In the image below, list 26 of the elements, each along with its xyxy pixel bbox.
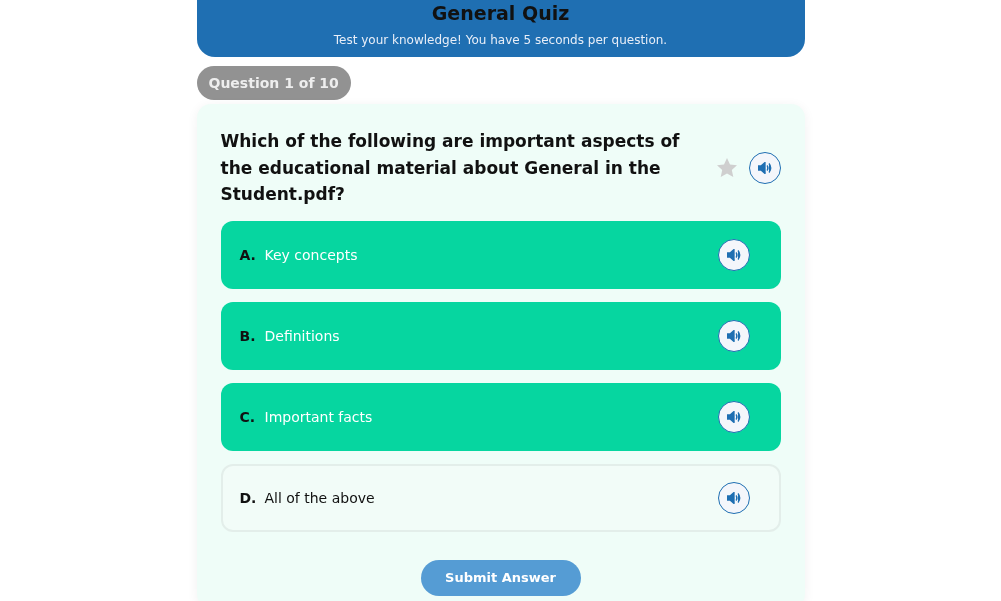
option-letter: A. [239, 246, 257, 263]
option-letter: C. [239, 408, 257, 425]
speaker-icon [726, 410, 741, 423]
speaker-icon [757, 161, 772, 174]
question-counter: Question 1 of 10 [196, 66, 351, 100]
answer-option[interactable]: A. Key concepts [220, 220, 781, 289]
speaker-icon [726, 248, 741, 261]
option-text: Key concepts [264, 246, 359, 263]
read-aloud-button[interactable] [717, 400, 750, 433]
option-letter: D. [239, 489, 258, 506]
quiz-subtitle: Test your knowledge! You have 5 seconds per question. [333, 33, 668, 47]
read-aloud-button[interactable] [717, 319, 750, 352]
option-text: Definitions [264, 327, 341, 344]
speaker-icon [726, 329, 741, 342]
speaker-icon [726, 491, 741, 504]
answer-option[interactable]: C. Important facts [220, 382, 781, 451]
option-text: Important facts [264, 408, 374, 425]
answer-option[interactable]: B. Definitions [220, 301, 781, 370]
answer-option[interactable]: D. All of the above [220, 463, 781, 532]
read-aloud-button[interactable] [717, 481, 750, 514]
option-letter: B. [239, 327, 257, 344]
read-aloud-button[interactable] [717, 238, 750, 271]
read-aloud-button[interactable] [748, 151, 781, 184]
question-text: Which of the following are important aspects of the educational material about General in the Student.pdf? [220, 130, 681, 206]
option-text: All of the above [264, 489, 376, 506]
quiz-title: General Quiz [431, 1, 570, 25]
